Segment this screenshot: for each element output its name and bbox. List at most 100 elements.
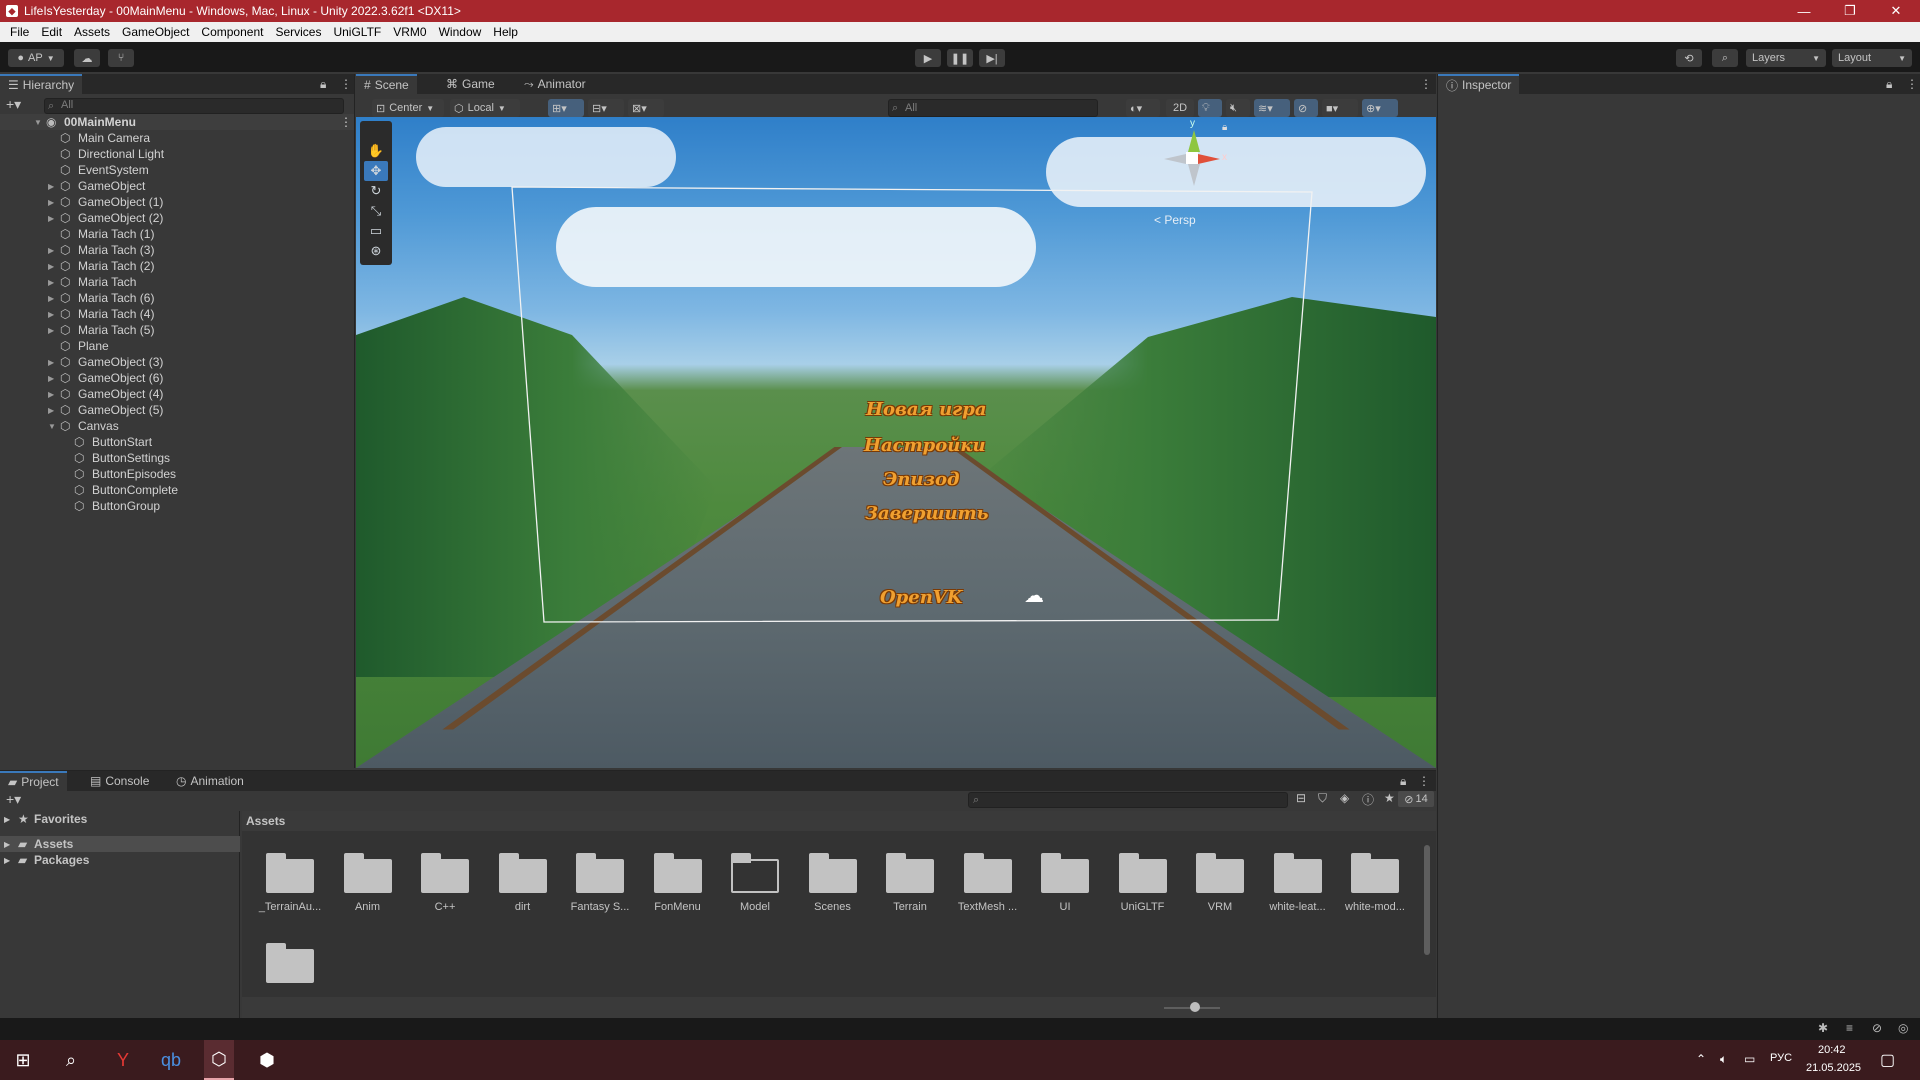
clock-time[interactable]: 20:42 (1818, 1044, 1846, 1056)
hidden-packages-badge[interactable]: ⊘ 14 (1398, 791, 1434, 807)
menu-window[interactable]: Window (433, 25, 488, 39)
gizmos-dropdown[interactable]: ⊕▾ (1362, 99, 1398, 117)
menu-edit[interactable]: Edit (35, 25, 68, 39)
rect-tool-icon[interactable]: ▭ (364, 221, 388, 241)
expand-arrow-icon[interactable]: ▶ (48, 326, 54, 335)
windows-start-icon[interactable]: ⊞ (8, 1040, 38, 1080)
expand-arrow-icon[interactable]: ▶ (48, 406, 54, 415)
expand-arrow-icon[interactable]: ▶ (48, 374, 54, 383)
orientation-gizmo[interactable]: y x 🔒︎ (1146, 118, 1236, 212)
tab-console[interactable]: ▤ Console (82, 771, 157, 791)
expand-arrow-icon[interactable]: ▼ (48, 422, 56, 431)
hierarchy-item[interactable]: ▶ ⬡ Maria Tach (4) (0, 306, 354, 322)
search-button[interactable]: ⌕ (1712, 49, 1738, 67)
hierarchy-item[interactable]: ▶ ⬡ GameObject (6) (0, 370, 354, 386)
label-icon[interactable]: ◈ (1340, 791, 1349, 805)
volume-icon[interactable]: 🔈︎ (1720, 1052, 1727, 1067)
bug-icon[interactable]: ✱ (1818, 1021, 1828, 1035)
account-button[interactable]: ● AP ▼ (8, 49, 64, 67)
audio-toggle[interactable]: 🔇︎ (1226, 99, 1250, 117)
lock-icon[interactable]: 🔒︎ (1886, 77, 1892, 92)
folder-label[interactable]: dirt (484, 901, 562, 913)
hierarchy-item[interactable]: ▶ ⬡ GameObject (3) (0, 354, 354, 370)
search-icon[interactable]: ⌕ (56, 1040, 86, 1080)
folder-icon[interactable] (963, 851, 1012, 893)
projection-label[interactable]: < Persp (1154, 213, 1196, 227)
menu-assets[interactable]: Assets (68, 25, 116, 39)
unity-editor-icon[interactable]: ⬢ (252, 1040, 282, 1080)
grid-snap-button[interactable]: ⊞▾ (548, 99, 584, 117)
scrollbar-thumb[interactable] (1424, 845, 1430, 955)
folder-icon[interactable] (421, 851, 469, 893)
hierarchy-item[interactable]: ⬡ Maria Tach (1) (0, 226, 354, 242)
folder-label[interactable]: white-leat... (1259, 901, 1337, 913)
hand-tool-icon[interactable]: ✋ (364, 141, 388, 161)
expand-arrow-icon[interactable]: ▶ (48, 310, 54, 319)
menu-services[interactable]: Services (269, 25, 327, 39)
hierarchy-item[interactable]: ⬡ ButtonStart (0, 434, 354, 450)
folder-icon[interactable] (343, 851, 392, 893)
expand-arrow-icon[interactable]: ▶ (48, 294, 54, 303)
menu-text-complete[interactable]: Завершить (865, 503, 989, 524)
folder-icon[interactable] (1196, 851, 1244, 893)
hierarchy-item[interactable]: ⬡ ButtonEpisodes (0, 466, 354, 482)
menu-text-new-game[interactable]: Новая игра (866, 399, 987, 420)
hierarchy-item[interactable]: ▶ ⬡ GameObject (5) (0, 402, 354, 418)
layers-dropdown[interactable]: Layers ▼ (1746, 49, 1826, 67)
add-asset-button[interactable]: +▾ (6, 791, 21, 808)
folder-icon[interactable] (266, 941, 314, 983)
folder-label[interactable]: Scenes (794, 901, 872, 913)
gizmo-x-axis[interactable] (1198, 154, 1220, 164)
hierarchy-search-input[interactable]: ⌕ All (44, 98, 344, 114)
pause-button[interactable]: ❚❚ (947, 49, 973, 67)
cloud-button[interactable]: ☁ (74, 49, 100, 67)
more-icon[interactable]: ⋮ (1906, 77, 1918, 91)
unity-hub-icon[interactable]: ⬡ (204, 1040, 234, 1080)
tab-game[interactable]: ⌘ Game (438, 74, 503, 94)
folder-icon[interactable] (1351, 851, 1399, 893)
hierarchy-item[interactable]: ▶ ⬡ GameObject (4) (0, 386, 354, 402)
errors-icon[interactable]: ⓘ (1362, 791, 1374, 808)
add-button[interactable]: +▾ (6, 96, 21, 113)
hierarchy-item[interactable]: ⬡ EventSystem (0, 162, 354, 178)
chevron-up-icon[interactable]: ⌃ (1696, 1052, 1706, 1066)
hierarchy-item[interactable]: ⬡ Main Camera (0, 130, 354, 146)
clock-date[interactable]: 21.05.2025 (1806, 1062, 1861, 1074)
draw-mode-button[interactable]: ◐▾ (1126, 99, 1160, 117)
expand-arrow-icon[interactable]: ▶ (48, 246, 54, 255)
hierarchy-item[interactable]: ▶ ⬡ Maria Tach (5) (0, 322, 354, 338)
folder-label[interactable]: Anim (329, 901, 407, 913)
effects-dropdown[interactable]: ≋▾ (1254, 99, 1290, 117)
tab-animation[interactable]: ◷ Animation (168, 771, 252, 791)
expand-arrow-icon[interactable]: ▶ (48, 198, 54, 207)
hierarchy-item[interactable]: ▶ ⬡ Maria Tach (2) (0, 258, 354, 274)
scene-row[interactable]: ▼ ◉ 00MainMenu ⋮ (0, 114, 354, 130)
step-button[interactable]: ▶| (979, 49, 1005, 67)
folder-icon[interactable] (653, 851, 702, 893)
hierarchy-item[interactable]: ▶ ⬡ Maria Tach (6) (0, 290, 354, 306)
folder-label[interactable]: C++ (406, 901, 484, 913)
hierarchy-item[interactable]: ⬡ Directional Light (0, 146, 354, 162)
gizmo-neg-x-axis[interactable] (1164, 154, 1186, 164)
qbittorrent-icon[interactable]: qb (156, 1040, 186, 1080)
folder-icon[interactable] (576, 851, 624, 893)
tab-hierarchy[interactable]: ☰ Hierarchy (0, 74, 83, 94)
gizmo-y-axis[interactable] (1188, 130, 1200, 152)
expand-arrow-icon[interactable]: ▶ (48, 182, 54, 191)
collab-button[interactable]: ⑂ (108, 49, 134, 67)
lock-icon[interactable]: 🔒︎ (1400, 774, 1406, 789)
folder-icon[interactable] (1041, 851, 1089, 893)
scene-viewport[interactable]: Новая игра Настройки Эпизод Завершить Op… (356, 117, 1436, 768)
tab-animator[interactable]: ⤳ Animator (516, 74, 594, 94)
scale-tool-icon[interactable]: ⤡ (364, 201, 388, 221)
menu-text-settings[interactable]: Настройки (864, 435, 986, 456)
folder-icon[interactable] (498, 851, 547, 893)
scrollbar[interactable] (1422, 833, 1432, 983)
tab-scene[interactable]: # Scene (356, 74, 417, 94)
menu-file[interactable]: File (4, 25, 35, 39)
menu-component[interactable]: Component (195, 25, 269, 39)
menu-vrm0[interactable]: VRM0 (387, 25, 432, 39)
more-icon[interactable]: ⋮ (340, 115, 352, 129)
folder-icon[interactable] (731, 851, 779, 893)
cache-icon[interactable]: ≡ (1846, 1021, 1853, 1035)
